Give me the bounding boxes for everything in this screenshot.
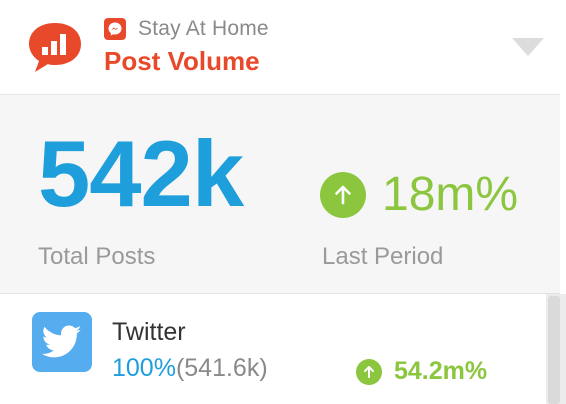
arrow-up-circle-icon: [320, 172, 366, 218]
network-change: 54.2m%: [356, 357, 487, 386]
stats-panel: 542k Total Posts 18m% Last Period: [0, 95, 560, 294]
chat-bar-chart-icon: [29, 23, 81, 72]
total-posts-value: 542k: [38, 121, 244, 226]
context-row: Stay At Home: [104, 16, 269, 42]
arrow-up-circle-icon: [356, 358, 382, 385]
triangle-down-icon[interactable]: [510, 36, 546, 58]
period-change: 18m%: [320, 171, 518, 219]
period-change-label: Last Period: [322, 243, 444, 270]
context-label: Stay At Home: [138, 17, 269, 40]
network-share-percent: 100%: [112, 354, 176, 382]
widget-title: Post Volume: [104, 46, 260, 76]
network-share: 100%(541.6k): [112, 354, 268, 383]
network-name: Twitter: [112, 318, 186, 346]
network-change-value: 54.2m%: [394, 357, 488, 385]
messenger-icon: [104, 18, 126, 40]
scrollbar-thumb[interactable]: [548, 296, 560, 404]
network-share-count: (541.6k): [175, 354, 268, 382]
period-change-value: 18m%: [382, 168, 519, 221]
total-posts-label: Total Posts: [38, 243, 156, 270]
widget-header: Stay At Home Post Volume: [0, 0, 560, 95]
network-list: Twitter 100%(541.6k) 54.2m%: [0, 294, 546, 404]
twitter-icon: [32, 312, 92, 372]
